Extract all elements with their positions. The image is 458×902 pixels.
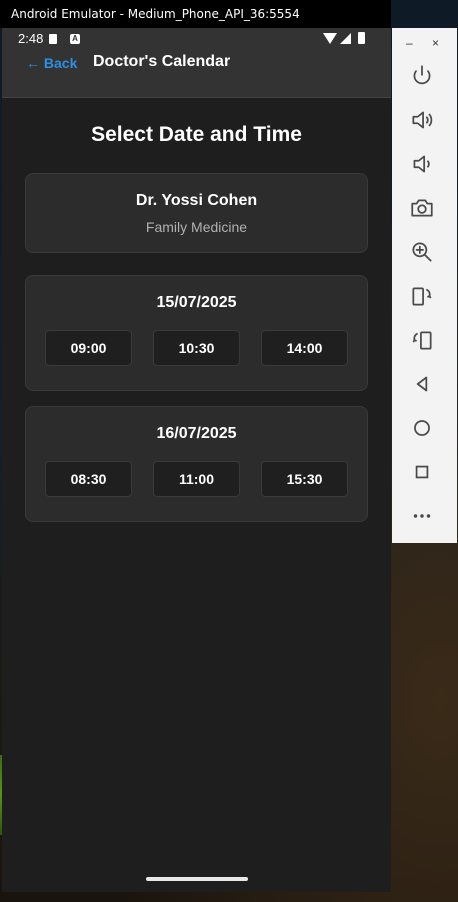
- status-time: 2:48: [18, 31, 44, 46]
- page-title: Select Date and Time: [91, 123, 302, 146]
- doctor-card: Dr. Yossi Cohen Family Medicine: [25, 173, 368, 253]
- wifi-icon: [323, 33, 337, 44]
- date-card: 16/07/2025 08:30 11:00 15:30: [25, 406, 368, 522]
- window-title: Android Emulator - Medium_Phone_API_36:5…: [11, 7, 300, 21]
- minimize-button[interactable]: –: [406, 36, 413, 50]
- emulator-title-bar: Android Emulator - Medium_Phone_API_36:5…: [0, 0, 391, 28]
- time-slot-button[interactable]: 10:30: [153, 330, 240, 366]
- sd-card-icon: [49, 34, 57, 44]
- more-icon[interactable]: [409, 503, 435, 529]
- a-icon: A: [70, 34, 80, 44]
- volume-down-icon[interactable]: [409, 151, 435, 177]
- date-card: 15/07/2025 09:00 10:30 14:00: [25, 275, 368, 391]
- time-slot-button[interactable]: 09:00: [45, 330, 132, 366]
- app-title: Doctor's Calendar: [93, 53, 231, 70]
- battery-icon: [358, 32, 365, 44]
- phone-screen: 2:48 A ← Back Doctor's Calendar Select D…: [2, 28, 391, 892]
- doctor-specialty: Family Medicine: [145, 219, 248, 235]
- date-label: 15/07/2025: [156, 294, 237, 311]
- power-icon[interactable]: [409, 63, 435, 89]
- home-icon[interactable]: [409, 415, 435, 441]
- back-button[interactable]: ← Back: [26, 55, 77, 71]
- doctor-name: Dr. Yossi Cohen: [135, 192, 258, 209]
- time-slot-button[interactable]: 08:30: [45, 461, 132, 497]
- zoom-icon[interactable]: [409, 239, 435, 265]
- date-label: 16/07/2025: [156, 425, 237, 442]
- time-slot-button[interactable]: 15:30: [261, 461, 348, 497]
- status-bar: 2:48 A: [2, 28, 391, 50]
- rotate-left-icon[interactable]: [409, 283, 435, 309]
- home-indicator[interactable]: [146, 877, 248, 881]
- overview-icon[interactable]: [409, 459, 435, 485]
- screenshot-icon[interactable]: [409, 195, 435, 221]
- time-slot-button[interactable]: 11:00: [153, 461, 240, 497]
- time-slot-button[interactable]: 14:00: [261, 330, 348, 366]
- close-button[interactable]: ×: [432, 36, 439, 50]
- volume-up-icon[interactable]: [409, 107, 435, 133]
- signal-icon: [340, 33, 351, 44]
- rotate-right-icon[interactable]: [409, 327, 435, 353]
- emulator-toolbar: – ×: [392, 28, 457, 543]
- back-icon[interactable]: [409, 371, 435, 397]
